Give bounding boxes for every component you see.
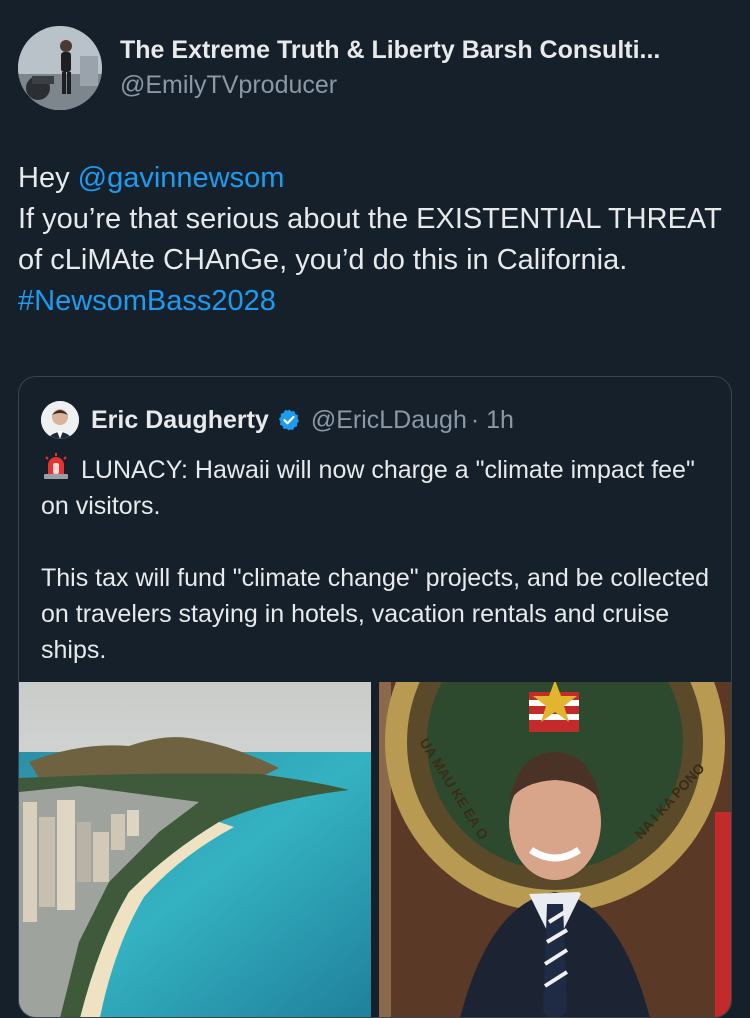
quoted-avatar-photo (41, 401, 79, 439)
siren-emoji-icon (44, 453, 68, 479)
verified-badge-icon (278, 409, 299, 431)
quoted-paragraph-2: This tax will fund "climate change" proj… (41, 564, 710, 664)
tweet-text: Hey @gavinnewsom If you’re that serious … (18, 158, 730, 322)
quoted-author-avatar[interactable] (41, 401, 79, 439)
author-avatar[interactable] (18, 26, 102, 110)
quoted-display-name[interactable]: Eric Daugherty (91, 406, 269, 435)
tweet-body: If you’re that serious about the EXISTEN… (18, 203, 722, 276)
author-header: The Extreme Truth & Liberty Barsh Consul… (18, 26, 660, 110)
quoted-timestamp[interactable]: · 1h (471, 406, 514, 435)
quoted-media-image-honolulu[interactable] (19, 682, 371, 1017)
quoted-tweet-card[interactable]: Eric Daugherty @EricLDaugh · 1h LUNACY: … (18, 376, 732, 1018)
author-names: The Extreme Truth & Liberty Barsh Consul… (120, 36, 660, 100)
quoted-tweet-text: LUNACY: Hawaii will now charge a "climat… (41, 451, 711, 668)
quoted-media-image-portrait[interactable]: UA MAU KE EA O NA I KA PONO (379, 682, 731, 1017)
author-handle[interactable]: @EmilyTVproducer (120, 71, 660, 100)
quoted-handle[interactable]: @EricLDaugh (311, 406, 467, 435)
avatar-photo (18, 26, 102, 110)
hashtag-link[interactable]: #NewsomBass2028 (18, 285, 276, 317)
tweet-greeting-line: Hey @gavinnewsom (18, 158, 730, 199)
honolulu-coast-photo (19, 682, 371, 1017)
tweet-body-line: If you’re that serious about the EXISTEN… (18, 199, 730, 322)
mention-link[interactable]: @gavinnewsom (78, 162, 285, 194)
portrait-with-seal-photo: UA MAU KE EA O NA I KA PONO (379, 682, 731, 1017)
author-display-name[interactable]: The Extreme Truth & Liberty Barsh Consul… (120, 36, 660, 65)
tweet-greeting: Hey (18, 162, 70, 194)
quoted-paragraph-1-text: LUNACY: Hawaii will now charge a "climat… (41, 456, 695, 520)
quoted-paragraph-1: LUNACY: Hawaii will now charge a "climat… (41, 451, 711, 524)
quoted-tweet-header: Eric Daugherty @EricLDaugh · 1h (41, 401, 514, 439)
